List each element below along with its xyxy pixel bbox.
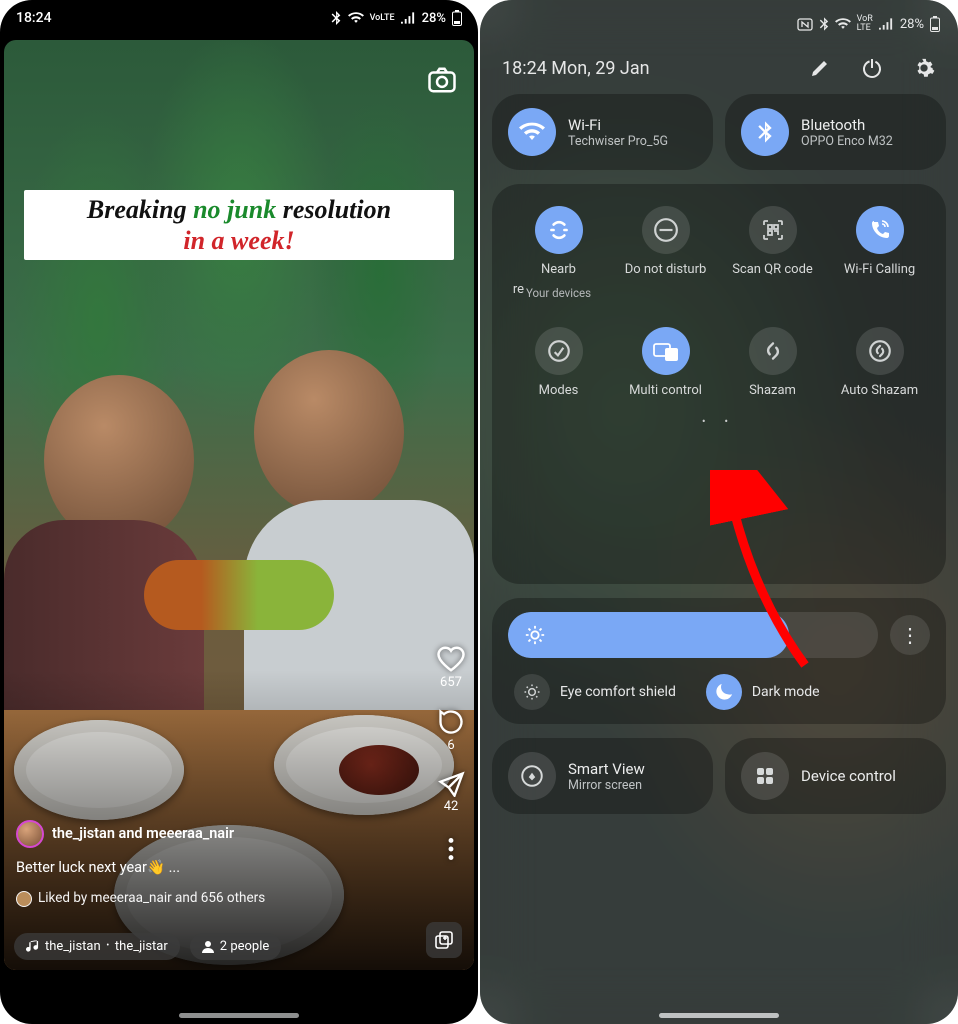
eye-comfort-toggle[interactable]: Eye comfort shield: [514, 674, 676, 710]
status-time: 18:24: [16, 10, 52, 26]
story-media[interactable]: Breaking no junk resolution in a week! 6…: [4, 40, 474, 970]
like-button[interactable]: 657: [436, 645, 466, 690]
device-control-tile[interactable]: Device control: [725, 738, 946, 814]
nfc-icon: [797, 18, 813, 31]
instagram-story-screen: 18:24 VoLTE 28% Breaking no junk resolut…: [0, 0, 478, 1024]
tile-dnd[interactable]: Do not disturb: [615, 206, 716, 301]
smartview-tile[interactable]: Smart View Mirror screen: [492, 738, 713, 814]
wifi-tile[interactable]: Wi-Fi Techwiser Pro_5G: [492, 94, 713, 170]
like-count: 657: [440, 675, 462, 690]
bluetooth-icon: [330, 11, 342, 25]
status-bar: 18:24 VoLTE 28%: [0, 0, 478, 36]
camera-button[interactable]: [422, 60, 462, 100]
power-button[interactable]: [860, 56, 884, 80]
dnd-icon: [642, 206, 690, 254]
home-indicator[interactable]: [659, 1013, 779, 1018]
tile-label: Do not disturb: [625, 262, 707, 278]
device-control-icon: [741, 752, 789, 800]
bluetooth-tile[interactable]: Bluetooth OPPO Enco M32: [725, 94, 946, 170]
battery-pct: 28%: [422, 11, 446, 26]
story-actions: 657 6 42: [436, 645, 466, 860]
status-bar: VoRLTE 28%: [480, 0, 958, 48]
tile-qr[interactable]: Scan QR code: [722, 206, 823, 301]
qr-icon: [749, 206, 797, 254]
home-indicator[interactable]: [179, 1013, 299, 1018]
smartview-icon: [508, 752, 556, 800]
eye-comfort-icon: [522, 682, 542, 702]
tile-multi[interactable]: Multi control: [615, 327, 716, 399]
tile-shazam[interactable]: Shazam: [722, 327, 823, 399]
person-icon: [202, 940, 214, 953]
wifi-icon: [835, 18, 851, 30]
comment-count: 6: [447, 738, 454, 753]
signal-icon: [879, 18, 894, 30]
dark-mode-toggle[interactable]: Dark mode: [706, 674, 820, 710]
more-button[interactable]: [448, 838, 454, 860]
autoshazam-icon: [856, 327, 904, 375]
tiles-group: NearbYour devicesDo not disturbScan QR c…: [492, 184, 946, 584]
share-button[interactable]: 42: [437, 771, 465, 814]
music-chip[interactable]: the_jistan ᛫ the_jistar: [14, 933, 180, 960]
story-caption[interactable]: Better luck next year👋 ...: [16, 856, 404, 881]
story-author[interactable]: the_jistan and meeeraa_nair: [16, 820, 404, 848]
library-button[interactable]: [426, 922, 462, 958]
network-label: VoLTE: [370, 14, 395, 23]
battery-icon: [452, 10, 462, 26]
wifi-icon: [348, 12, 364, 24]
brightness-icon: [524, 624, 546, 646]
quick-settings-panel: VoRLTE 28% 18:24 Mon, 29 Jan Wi-Fi Te: [480, 0, 958, 1024]
bluetooth-icon: [819, 17, 829, 31]
brightness-group: ⋮ Eye comfort shield Dark mode: [492, 598, 946, 724]
bluetooth-icon: [741, 108, 789, 156]
tile-label: Multi control: [629, 383, 702, 399]
music-icon: [26, 940, 39, 953]
avatar[interactable]: [16, 820, 44, 848]
tile-label: Scan QR code: [732, 262, 813, 278]
liker-avatar: [16, 891, 32, 907]
battery-pct: 28%: [900, 17, 924, 32]
panel-header: 18:24 Mon, 29 Jan: [480, 48, 958, 94]
tagged-people-chip[interactable]: 2 people: [190, 933, 282, 960]
tile-label: Wi-Fi Calling: [844, 262, 915, 278]
liked-by[interactable]: Liked by meeeraa_nair and 656 others: [16, 887, 404, 910]
comment-button[interactable]: 6: [437, 708, 465, 753]
tile-label: Shazam: [749, 383, 796, 399]
battery-icon: [930, 16, 940, 32]
bt-device: OPPO Enco M32: [801, 134, 893, 149]
moon-icon: [715, 683, 733, 701]
tile-autoshazam[interactable]: Auto Shazam: [829, 327, 930, 399]
settings-button[interactable]: [912, 56, 936, 80]
shazam-icon: [749, 327, 797, 375]
nearby-icon: [535, 206, 583, 254]
story-text-banner: Breaking no junk resolution in a week!: [24, 190, 454, 260]
wifi-network: Techwiser Pro_5G: [568, 134, 668, 149]
wifi-icon: [508, 108, 556, 156]
panel-datetime[interactable]: 18:24 Mon, 29 Jan: [502, 58, 650, 79]
tile-wificall[interactable]: Wi-Fi Calling: [829, 206, 930, 301]
brightness-more[interactable]: ⋮: [890, 615, 930, 655]
multi-icon: [642, 327, 690, 375]
page-indicator[interactable]: • •: [506, 415, 932, 428]
tile-label: Auto Shazam: [841, 383, 918, 399]
tile-label: Nearb: [541, 262, 576, 278]
tile-modes[interactable]: Modes: [508, 327, 609, 399]
bt-title: Bluetooth: [801, 116, 893, 134]
tile-partial-label: re: [494, 282, 524, 297]
story-caption-area: the_jistan and meeeraa_nair Better luck …: [16, 820, 404, 910]
tile-label: Modes: [539, 383, 579, 399]
wificall-icon: [856, 206, 904, 254]
signal-icon: [401, 12, 416, 24]
wifi-title: Wi-Fi: [568, 116, 668, 134]
brightness-slider[interactable]: [508, 612, 878, 658]
person-2: [254, 350, 404, 515]
modes-icon: [535, 327, 583, 375]
edit-button[interactable]: [808, 56, 832, 80]
share-count: 42: [444, 799, 459, 814]
